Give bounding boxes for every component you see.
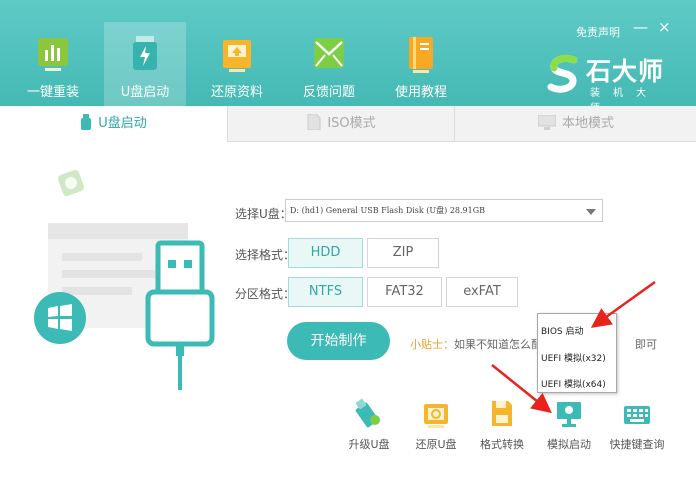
tab-usb-boot[interactable]: U盘启动: [0, 106, 227, 142]
partition-option-ntfs[interactable]: NTFS: [288, 277, 363, 307]
format-convert-icon: [492, 401, 512, 426]
format-label: 选择格式：: [235, 248, 296, 262]
iso-file-icon: [307, 113, 321, 131]
nav-item-tutorial[interactable]: 使用教程: [380, 22, 462, 106]
nav-label: 还原资料: [210, 85, 263, 100]
format-option-zip[interactable]: ZIP: [367, 238, 439, 268]
tab-label: 本地模式: [561, 116, 614, 131]
feedback-mail-icon: [314, 38, 344, 68]
usb-restore-icon: [424, 404, 448, 428]
tool-label: 模拟启动: [547, 438, 591, 451]
tab-label: ISO模式: [327, 116, 376, 131]
usb-illustration: [34, 170, 215, 390]
start-create-button[interactable]: 开始制作: [287, 322, 390, 360]
simulate-boot-menu: BIOS 启动 UEFI 模拟(x32) UEFI 模拟(x64): [537, 313, 617, 393]
usb-icon: [81, 114, 92, 130]
menu-item-uefi-x32[interactable]: UEFI 模拟(x32): [541, 351, 606, 364]
tab-iso-mode[interactable]: ISO模式: [227, 106, 455, 142]
nav-label: 反馈问题: [302, 85, 355, 100]
tool-shortcut-query[interactable]: 快捷键查询: [604, 398, 670, 452]
nav-label: U盘启动: [120, 85, 170, 100]
nav-label: 一键重装: [26, 85, 79, 100]
nav-label: 使用教程: [394, 85, 447, 100]
nav-item-one-click-reinstall[interactable]: 一键重装: [12, 22, 94, 106]
brand-logo: 石大师 装机大师: [546, 52, 676, 114]
tool-label: 升级U盘: [348, 438, 390, 451]
tool-restore-usb[interactable]: 还原U盘: [406, 398, 466, 452]
partition-label: 分区格式：: [235, 287, 296, 301]
tool-upgrade-usb[interactable]: 升级U盘: [339, 398, 399, 452]
chevron-down-icon: [586, 209, 596, 215]
keyboard-icon: [624, 406, 650, 424]
monitor-icon: [537, 114, 557, 130]
bar-chart-icon: [38, 38, 68, 71]
tool-label: 还原U盘: [415, 438, 457, 451]
simulate-boot-icon: [557, 402, 581, 427]
tool-format-convert[interactable]: 格式转换: [472, 398, 532, 452]
menu-item-bios-boot[interactable]: BIOS 启动: [541, 324, 584, 337]
header-bar: 一键重装 U盘启动 还原资料 反馈问题 使用教程 免责声明 — × 石大师 装机…: [0, 0, 696, 114]
restore-box-icon: [223, 40, 251, 72]
tab-label: U盘启动: [98, 116, 147, 131]
nav-item-feedback[interactable]: 反馈问题: [288, 22, 370, 106]
usb-select-label: 选择U盘：: [235, 207, 292, 221]
menu-item-uefi-x64[interactable]: UEFI 模拟(x64): [541, 377, 606, 390]
usb-drive-icon: [133, 36, 157, 70]
tab-local-mode[interactable]: 本地模式: [454, 106, 696, 142]
usb-select-value: D: (hd1) General USB Flash Disk (U盘) 28.…: [290, 206, 485, 215]
disclaimer-link[interactable]: 免责声明: [576, 24, 620, 40]
tip-suffix: 即可: [635, 338, 657, 351]
nav-item-usb-boot[interactable]: U盘启动: [104, 22, 186, 106]
close-button[interactable]: ×: [658, 18, 671, 36]
nav-item-restore-data[interactable]: 还原资料: [196, 22, 278, 106]
format-option-hdd[interactable]: HDD: [288, 238, 363, 268]
tip-prefix: 小贴士：: [410, 338, 454, 351]
partition-option-fat32[interactable]: FAT32: [367, 277, 442, 307]
usb-upgrade-icon: [355, 398, 380, 428]
tutorial-book-icon: [409, 37, 433, 73]
tip-text: 小贴士：如果不知道怎么配置 即可: [410, 336, 657, 352]
mode-tabs: U盘启动 ISO模式 本地模式: [0, 106, 696, 142]
usb-select-dropdown[interactable]: D: (hd1) General USB Flash Disk (U盘) 28.…: [285, 199, 603, 222]
tool-label: 快捷键查询: [609, 438, 665, 451]
partition-option-exfat[interactable]: exFAT: [446, 277, 518, 307]
brand-s-icon: [547, 54, 578, 93]
tool-simulate-boot[interactable]: 模拟启动: [539, 398, 599, 452]
brand-name: 石大师: [586, 57, 665, 86]
tool-label: 格式转换: [480, 438, 524, 451]
minimize-button[interactable]: —: [633, 18, 648, 36]
